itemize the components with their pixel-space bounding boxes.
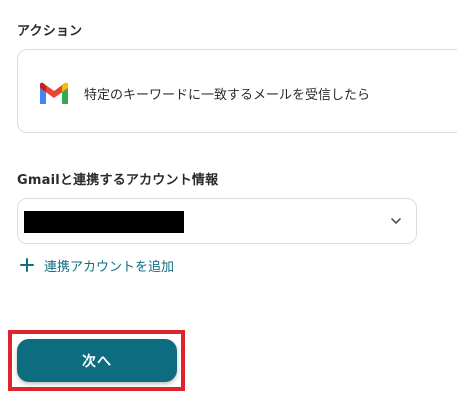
action-description: 特定のキーワードに一致するメールを受信したら (84, 88, 371, 103)
account-select[interactable] (17, 198, 417, 244)
gmail-icon (40, 82, 68, 104)
plus-icon (20, 258, 34, 272)
add-account-link[interactable]: 連携アカウントを追加 (20, 255, 174, 275)
account-section-label: Gmailと連携するアカウント情報 (17, 173, 219, 188)
page: アクション 特定のキーワードに一致するメールを受信したら Gmailと連携するア… (0, 0, 457, 407)
action-card[interactable]: 特定のキーワードに一致するメールを受信したら (17, 49, 457, 133)
next-button[interactable]: 次へ (17, 339, 177, 382)
add-account-label: 連携アカウントを追加 (44, 259, 175, 275)
chevron-down-icon (391, 218, 401, 224)
selected-account-value (24, 211, 184, 233)
action-section-label: アクション (17, 24, 83, 39)
